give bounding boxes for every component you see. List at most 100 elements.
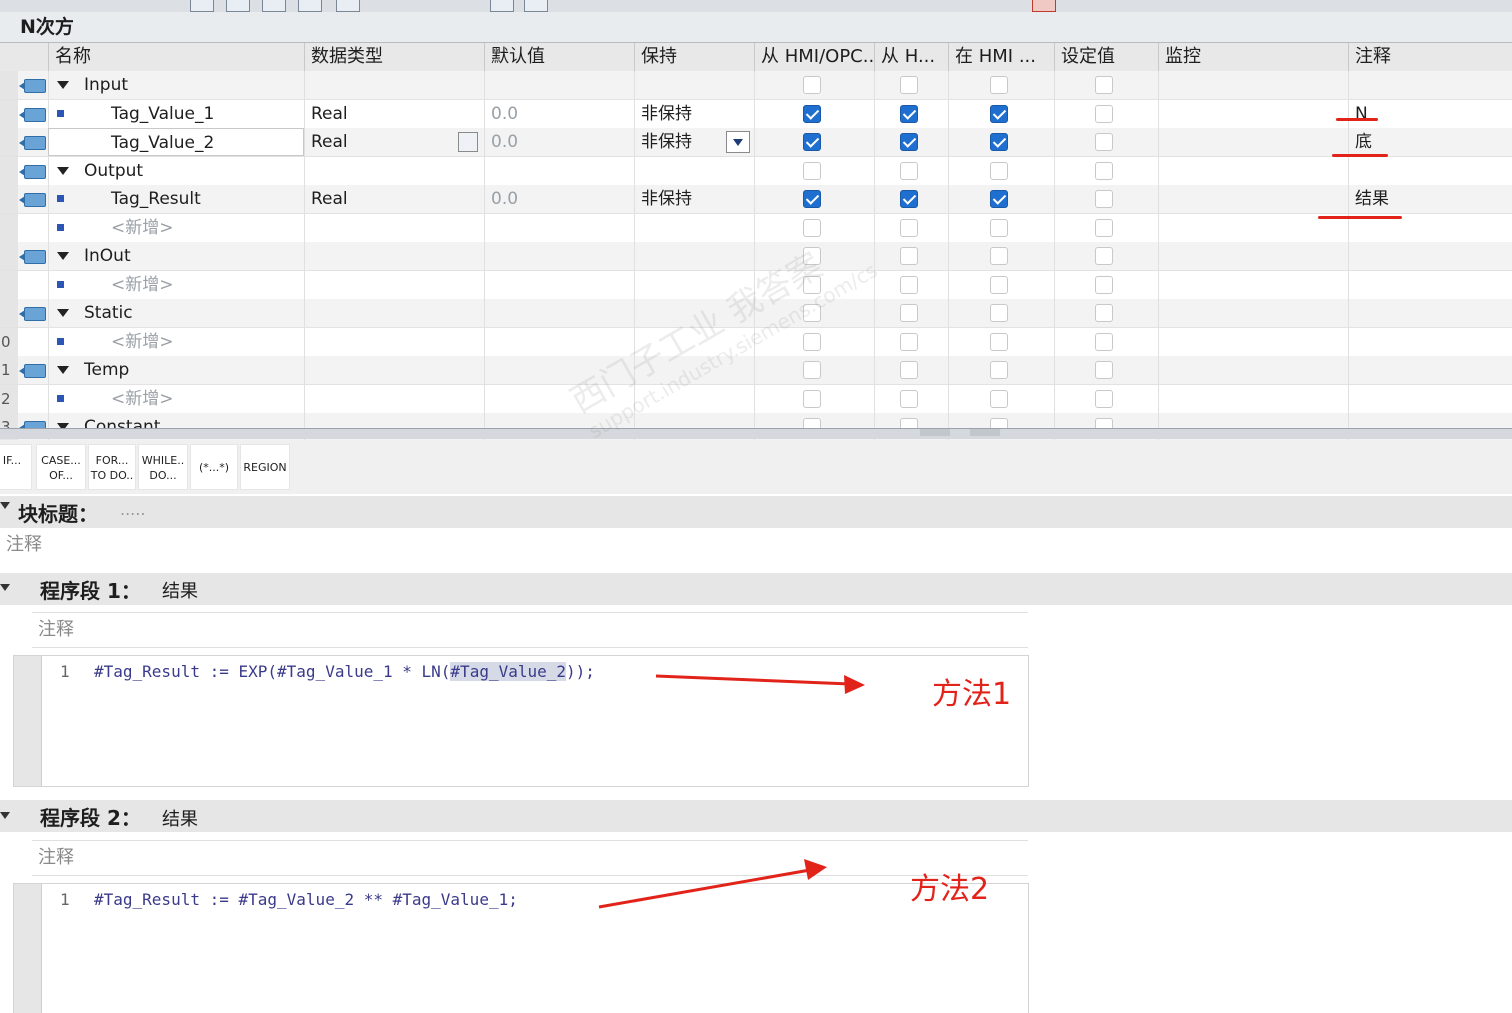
toolbar-button[interactable] [1032, 0, 1056, 12]
cell-comment[interactable] [1348, 356, 1512, 384]
instr-while-button[interactable]: WHILE.. DO... [138, 444, 188, 490]
code-line[interactable]: #Tag_Result := EXP(#Tag_Value_1 * LN(#Ta… [94, 662, 595, 681]
checkbox-hmi3[interactable] [990, 133, 1008, 151]
toolbar-button[interactable] [336, 0, 360, 12]
header-setpoint[interactable]: 设定值 [1054, 43, 1158, 71]
instr-region-button[interactable]: REGION [240, 444, 290, 490]
header-comment[interactable]: 注释 [1348, 43, 1512, 71]
checkbox-hmi3[interactable] [990, 389, 1008, 408]
datatype-picker-icon[interactable] [458, 132, 478, 152]
table-row[interactable]: Output [0, 156, 1512, 186]
network-2-code-editor[interactable]: 1 #Tag_Result := #Tag_Value_2 ** #Tag_Va… [13, 883, 1029, 1013]
checkbox-hmi3[interactable] [990, 76, 1008, 94]
cell-comment[interactable] [1348, 71, 1512, 99]
code-line[interactable]: #Tag_Result := #Tag_Value_2 ** #Tag_Valu… [94, 890, 518, 909]
checkbox-hmi1[interactable] [803, 190, 821, 208]
toolbar-button[interactable] [298, 0, 322, 12]
instr-for-button[interactable]: FOR... TO DO.. [88, 444, 136, 490]
table-row[interactable]: 1 Temp [0, 356, 1512, 385]
checkbox-setpoint[interactable] [1095, 161, 1113, 180]
checkbox-hmi1[interactable] [803, 389, 821, 408]
checkbox-hmi3[interactable] [990, 332, 1008, 351]
cell-retain[interactable]: 非保持 [634, 99, 754, 128]
checkbox-hmi2[interactable] [900, 304, 918, 322]
checkbox-setpoint[interactable] [1095, 389, 1113, 408]
toolbar-button[interactable] [490, 0, 514, 12]
instr-comment-button[interactable]: (*...*) [190, 444, 238, 490]
checkbox-hmi3[interactable] [990, 275, 1008, 294]
checkbox-setpoint[interactable] [1095, 133, 1113, 151]
checkbox-setpoint[interactable] [1095, 218, 1113, 237]
cell-comment[interactable]: 结果 [1348, 185, 1512, 213]
cell-type[interactable] [304, 384, 484, 413]
collapse-icon[interactable] [0, 584, 10, 591]
cell-comment[interactable]: N [1348, 99, 1512, 128]
cell-type[interactable] [304, 242, 484, 270]
cell-comment[interactable] [1348, 156, 1512, 185]
network-1-title[interactable]: 结果 [162, 577, 198, 603]
block-header-placeholder[interactable]: ..... [120, 500, 145, 519]
collapse-down-icon[interactable] [970, 429, 1000, 436]
checkbox-setpoint[interactable] [1095, 104, 1113, 123]
toolbar-button[interactable] [262, 0, 286, 12]
checkbox-hmi2[interactable] [900, 275, 918, 294]
cell-type[interactable] [304, 213, 484, 242]
header-hmi-accessible[interactable]: 从 HMI/OPC.. [754, 43, 874, 71]
cell-default[interactable] [484, 156, 634, 185]
checkbox-setpoint[interactable] [1095, 247, 1113, 265]
checkbox-hmi3[interactable] [990, 304, 1008, 322]
checkbox-hmi1[interactable] [803, 104, 821, 123]
checkbox-hmi3[interactable] [990, 161, 1008, 180]
checkbox-hmi3[interactable] [990, 361, 1008, 379]
cell-name[interactable]: <新增> [48, 213, 304, 242]
header-monitor[interactable]: 监控 [1158, 43, 1348, 71]
checkbox-setpoint[interactable] [1095, 76, 1113, 94]
checkbox-setpoint[interactable] [1095, 275, 1113, 294]
checkbox-hmi2[interactable] [900, 133, 918, 151]
cell-name[interactable]: <新增> [48, 270, 304, 299]
collapse-icon[interactable] [0, 812, 10, 819]
cell-name[interactable]: Static [48, 299, 304, 327]
checkbox-hmi3[interactable] [990, 190, 1008, 208]
checkbox-hmi2[interactable] [900, 389, 918, 408]
network-2-comment-box[interactable] [32, 840, 1028, 876]
header-hmi-writable[interactable]: 从 H... [874, 43, 948, 71]
header-hmi-visible[interactable]: 在 HMI ... [948, 43, 1054, 71]
checkbox-hmi2[interactable] [900, 161, 918, 180]
checkbox-hmi1[interactable] [803, 361, 821, 379]
header-datatype[interactable]: 数据类型 [304, 43, 484, 71]
checkbox-hmi2[interactable] [900, 104, 918, 123]
cell-type[interactable]: Real [304, 99, 484, 128]
table-row[interactable]: Tag_Value_1 Real 0.0 非保持 N [0, 99, 1512, 129]
cell-default[interactable]: 0.0 [484, 99, 634, 128]
checkbox-setpoint[interactable] [1095, 361, 1113, 379]
cell-retain[interactable]: 非保持 [634, 185, 754, 213]
toolbar-button[interactable] [226, 0, 250, 12]
header-name[interactable]: 名称 [48, 43, 304, 71]
cell-type[interactable]: Real [304, 128, 484, 156]
block-comment[interactable]: 注释 [6, 530, 42, 556]
collapse-icon[interactable] [0, 502, 10, 509]
cell-type[interactable] [304, 356, 484, 384]
checkbox-hmi2[interactable] [900, 332, 918, 351]
checkbox-hmi3[interactable] [990, 218, 1008, 237]
cell-default[interactable]: 0.0 [484, 128, 634, 156]
cell-default[interactable] [484, 299, 634, 327]
checkbox-setpoint[interactable] [1095, 190, 1113, 208]
checkbox-hmi3[interactable] [990, 104, 1008, 123]
cell-retain[interactable] [634, 213, 754, 242]
cell-default[interactable] [484, 71, 634, 99]
cell-comment[interactable] [1348, 242, 1512, 270]
checkbox-hmi2[interactable] [900, 247, 918, 265]
network-2-comment[interactable]: 注释 [38, 843, 74, 869]
network-2-title[interactable]: 结果 [162, 805, 198, 831]
header-default[interactable]: 默认值 [484, 43, 634, 71]
cell-type[interactable]: Real [304, 185, 484, 213]
cell-default[interactable] [484, 242, 634, 270]
checkbox-hmi2[interactable] [900, 218, 918, 237]
table-row[interactable]: Tag_Result Real 0.0 非保持 结果 [0, 185, 1512, 214]
table-row[interactable]: Input [0, 71, 1512, 100]
cell-comment[interactable]: 底 [1348, 128, 1512, 156]
cell-name[interactable]: Output [48, 156, 304, 185]
checkbox-hmi1[interactable] [803, 76, 821, 94]
